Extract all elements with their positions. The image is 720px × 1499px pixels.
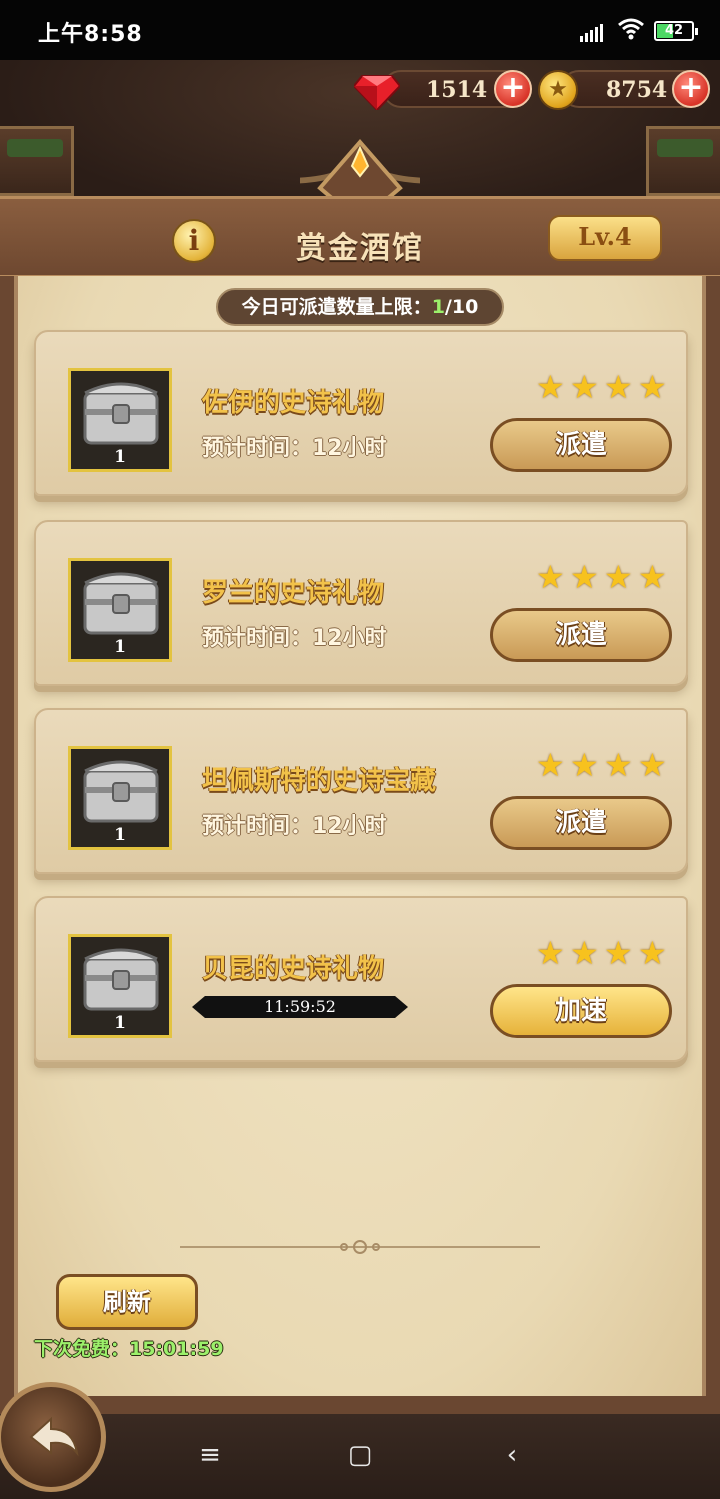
status-bar: 上午8:58 42 — [0, 0, 720, 60]
dispatch-limit-max: /10 — [444, 296, 479, 318]
wifi-icon — [618, 18, 644, 40]
star-icon: ★ — [536, 368, 565, 406]
star-icon: ★ — [604, 934, 633, 972]
star-icon: ★ — [604, 368, 633, 406]
chest-icon[interactable]: 1 — [68, 934, 172, 1038]
star-rating: ★ ★ ★ ★ — [536, 936, 676, 970]
gem-counter: 1514 + — [382, 70, 532, 108]
star-icon: ★ — [604, 746, 633, 784]
star-icon: ★ — [536, 746, 565, 784]
quest-name: 坦佩斯特的史诗宝藏 — [202, 766, 437, 796]
star-icon: ★ — [570, 746, 599, 784]
quest-time: 预计时间：12小时 — [202, 436, 387, 461]
dispatch-limit-pill: 今日可派遣数量上限：1/10 — [216, 288, 504, 326]
star-rating: ★ ★ ★ ★ — [536, 370, 676, 404]
chest-quantity: 1 — [114, 825, 126, 845]
back-arrow-icon — [29, 1416, 79, 1457]
star-icon: ★ — [604, 558, 633, 596]
signal-icon — [580, 22, 608, 42]
refresh-button[interactable]: 刷新 — [56, 1274, 198, 1330]
back-nav-icon[interactable]: ‹ — [492, 1440, 532, 1470]
left-pillar-decoration — [0, 126, 74, 196]
star-icon: ★ — [570, 368, 599, 406]
divider-ornament-icon — [340, 1240, 380, 1254]
star-icon: ★ — [570, 934, 599, 972]
chest-quantity: 1 — [114, 447, 126, 467]
quest-card: 1 罗兰的史诗礼物 预计时间：12小时 ★ ★ ★ ★ 派遣 — [34, 520, 688, 686]
star-icon: ★ — [638, 368, 667, 406]
quest-card: 1 贝昆的史诗礼物 11:59:52 ★ ★ ★ ★ 加速 — [34, 896, 688, 1062]
dispatch-button[interactable]: 派遣 — [490, 608, 672, 662]
coin-counter: 8754 + — [560, 70, 710, 108]
system-nav-bar: ≡ ▢ ‹ — [0, 1414, 720, 1499]
battery-icon: 42 — [654, 21, 698, 41]
chest-icon[interactable]: 1 — [68, 558, 172, 662]
quest-time: 预计时间：12小时 — [202, 626, 387, 651]
countdown-timer: 11:59:52 — [192, 996, 408, 1018]
star-icon: ★ — [638, 746, 667, 784]
dispatch-button[interactable]: 派遣 — [490, 418, 672, 472]
add-gems-button[interactable]: + — [494, 70, 532, 108]
quest-time: 预计时间：12小时 — [202, 814, 387, 839]
dispatch-button[interactable]: 派遣 — [490, 796, 672, 850]
next-free-label: 下次免费： — [34, 1338, 130, 1360]
coin-icon: ★ — [538, 70, 578, 110]
quest-card: 1 坦佩斯特的史诗宝藏 预计时间：12小时 ★ ★ ★ ★ 派遣 — [34, 708, 688, 874]
chest-icon[interactable]: 1 — [68, 368, 172, 472]
chest-icon[interactable]: 1 — [68, 746, 172, 850]
battery-level: 42 — [664, 23, 684, 38]
star-icon: ★ — [536, 934, 565, 972]
speed-up-button[interactable]: 加速 — [490, 984, 672, 1038]
coin-amount: 8754 — [606, 77, 668, 103]
star-icon: ★ — [638, 934, 667, 972]
quest-name: 贝昆的史诗礼物 — [202, 954, 385, 984]
quest-name: 佐伊的史诗礼物 — [202, 388, 385, 418]
chest-quantity: 1 — [114, 637, 126, 657]
gem-amount: 1514 — [426, 77, 488, 103]
next-free-time: 15:01:59 — [129, 1338, 224, 1360]
star-rating: ★ ★ ★ ★ — [536, 748, 676, 782]
star-icon: ★ — [536, 558, 565, 596]
gem-icon — [354, 75, 400, 110]
dispatch-limit-label: 今日可派遣数量上限： — [241, 296, 432, 318]
quest-card: 1 佐伊的史诗礼物 预计时间：12小时 ★ ★ ★ ★ 派遣 — [34, 330, 688, 496]
add-coins-button[interactable]: + — [672, 70, 710, 108]
star-icon: ★ — [638, 558, 667, 596]
next-free-refresh: 下次免费：15:01:59 — [34, 1334, 224, 1361]
quest-name: 罗兰的史诗礼物 — [202, 578, 385, 608]
dispatch-limit-current: 1 — [431, 296, 445, 318]
star-icon: ★ — [570, 558, 599, 596]
right-pillar-decoration — [646, 126, 720, 196]
menu-nav-icon[interactable]: ≡ — [190, 1440, 230, 1470]
status-time: 上午8:58 — [38, 22, 143, 47]
home-nav-icon[interactable]: ▢ — [340, 1440, 380, 1470]
star-rating: ★ ★ ★ ★ — [536, 560, 676, 594]
back-button[interactable] — [0, 1382, 106, 1492]
title-bar: i 赏金酒馆 Lv.4 — [0, 196, 720, 278]
level-badge: Lv.4 — [548, 215, 662, 261]
chest-quantity: 1 — [114, 1013, 126, 1033]
